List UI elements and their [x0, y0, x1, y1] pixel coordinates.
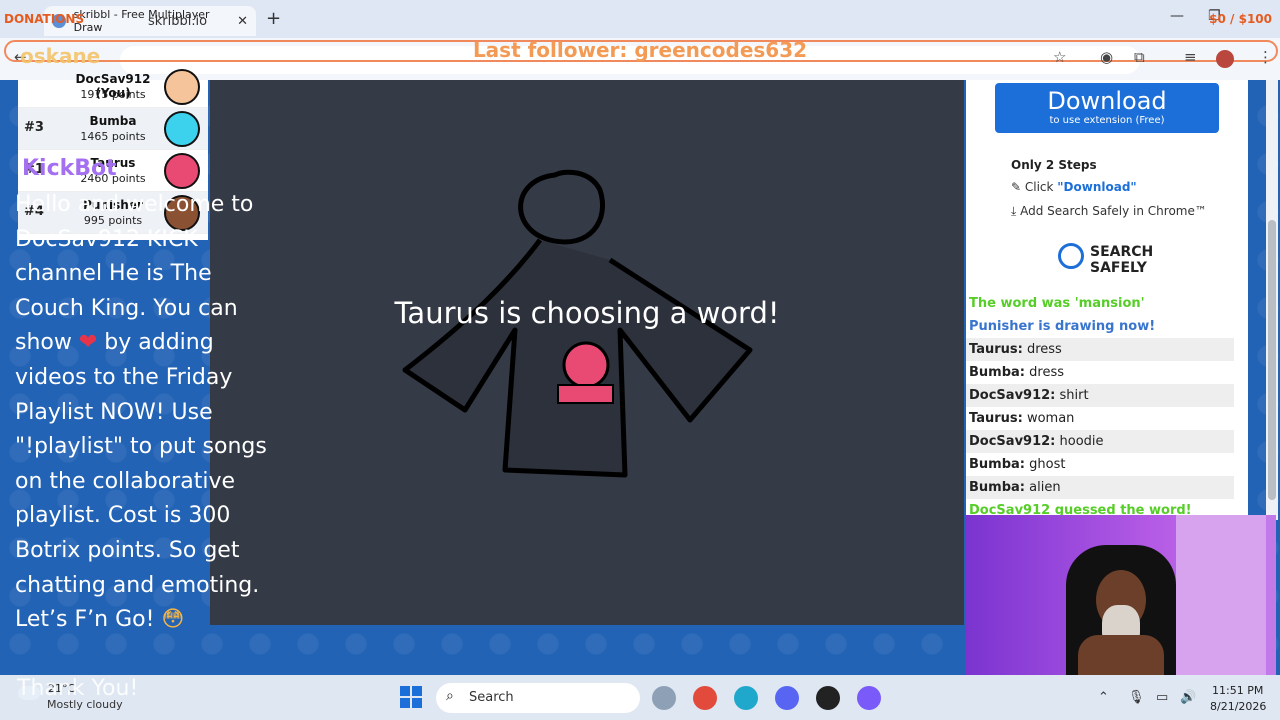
drawing-canvas[interactable] — [210, 80, 964, 625]
message-line: videos to the Friday — [15, 364, 233, 390]
chat-line: Punisher is drawing now! — [969, 319, 1156, 334]
donation-goal: $0 / $100 — [1209, 12, 1272, 26]
chat-line: The word was 'mansion' — [969, 296, 1145, 311]
player-row[interactable]: #3 Bumba 1465 points — [18, 108, 208, 150]
obs-icon[interactable] — [816, 686, 840, 710]
puzzle-icon[interactable]: ⧉ — [1134, 48, 1145, 66]
thank-you-overlay: Thank You! — [17, 676, 139, 701]
chat-log: The word was 'mansion' Punisher is drawi… — [966, 292, 1248, 522]
windows-start-icon[interactable] — [400, 686, 422, 708]
message-line: chatting and emoting. — [15, 572, 260, 598]
edge-icon[interactable] — [734, 686, 758, 710]
chat-line: Taurus: dress — [966, 338, 1234, 361]
last-follower-banner: Last follower: greencodes632 — [472, 38, 808, 62]
step-one: ✎ Click "Download" — [1011, 180, 1137, 194]
drawing-strokes — [402, 169, 753, 478]
player-name: Bumba — [89, 114, 137, 128]
clock-date[interactable]: 8/21/2026 — [1210, 700, 1266, 713]
chat-line: DocSav912: hoodie — [966, 430, 1234, 453]
chat-line: Taurus: woman — [969, 411, 1075, 426]
steps-title: Only 2 Steps — [1011, 158, 1097, 172]
chrome-icon[interactable] — [693, 686, 717, 710]
player-avatar — [164, 69, 200, 105]
close-tab-icon[interactable]: ✕ — [237, 14, 248, 29]
chat-line: Bumba: dress — [969, 365, 1064, 380]
message-line: DocSav912 KICK — [15, 226, 198, 252]
message-line: Hello and welcome to — [15, 192, 254, 217]
player-row[interactable]: DocSav912 (You) 1975 points — [18, 66, 208, 108]
heart-emoji-icon: ❤ — [78, 330, 98, 356]
network-icon[interactable]: ▭ — [1156, 690, 1168, 705]
app-icon[interactable] — [857, 686, 881, 710]
logo-text-line1: SEARCH — [1090, 244, 1154, 260]
download-label: Download — [1047, 87, 1167, 115]
discord-icon[interactable] — [775, 686, 799, 710]
message-line: channel He is The — [15, 261, 212, 287]
player-rank: #3 — [24, 120, 44, 135]
minimize-icon[interactable]: — — [1170, 8, 1184, 24]
flushed-emoji-icon: 😳 — [161, 607, 185, 633]
message-line: Couch King. You can — [15, 295, 238, 321]
tray-chevron-icon[interactable]: ⌃ — [1098, 690, 1109, 705]
player-points: 1465 points — [80, 130, 146, 143]
download-sublabel: to use extension (Free) — [1049, 115, 1165, 126]
chat-line: DocSav912: shirt — [966, 384, 1234, 407]
donations-label: DONATIONS — [4, 12, 85, 26]
search-icon: ⌕ — [446, 688, 454, 704]
profile-avatar[interactable] — [1216, 50, 1234, 68]
message-line: Playlist NOW! Use — [15, 399, 213, 425]
bookmark-star-icon[interactable]: ☆ — [1053, 48, 1066, 66]
player-avatar — [164, 111, 200, 147]
scrollbar-thumb[interactable] — [1268, 220, 1276, 500]
message-line: Botrix points. So get — [15, 537, 240, 563]
chat-line: Bumba: alien — [966, 476, 1234, 499]
taskbar-search[interactable] — [436, 683, 640, 713]
message-line: "!playlist" to put songs — [15, 434, 267, 460]
stream-welcome-message: Hello and welcome to DocSav912 KICK chan… — [15, 188, 280, 638]
step-two: ⤓ Add Search Safely in Chrome™ — [1011, 204, 1207, 218]
download-button[interactable]: Download to use extension (Free) — [995, 83, 1219, 133]
message-line: Let’s F’n Go! 😳 — [15, 607, 185, 633]
new-tab-button[interactable]: + — [266, 8, 281, 29]
logo-text-line2: SAFELY — [1090, 260, 1147, 276]
search-placeholder: Search — [469, 690, 514, 705]
menu-icon[interactable]: ⋮ — [1258, 48, 1273, 66]
media-icon[interactable]: ≡ — [1184, 48, 1197, 66]
player-points: 1975 points — [80, 88, 146, 101]
ad-and-chat-panel: Download to use extension (Free) Only 2 … — [966, 80, 1248, 520]
webcam-feed — [966, 515, 1276, 687]
settings-icon[interactable] — [652, 686, 676, 710]
windows-taskbar — [0, 675, 1280, 720]
search-safely-logo-icon — [1058, 243, 1084, 269]
kickbot-label: KickBot — [22, 156, 117, 181]
microphone-icon[interactable]: 🎙 — [1128, 690, 1145, 705]
message-line: show ❤ by adding — [15, 330, 214, 356]
extension-icon[interactable]: ◉ — [1100, 48, 1113, 66]
message-line: playlist. Cost is 300 — [15, 503, 231, 529]
player-avatar — [164, 153, 200, 189]
webcam-door — [1176, 515, 1266, 687]
volume-icon[interactable]: 🔊 — [1180, 690, 1196, 705]
url-text[interactable]: skribbl.io — [148, 14, 207, 29]
message-line: on the collaborative — [15, 468, 235, 494]
clock-time[interactable]: 11:51 PM — [1212, 684, 1263, 697]
game-status: Taurus is choosing a word! — [394, 296, 780, 330]
chat-line: Bumba: ghost — [969, 457, 1066, 472]
